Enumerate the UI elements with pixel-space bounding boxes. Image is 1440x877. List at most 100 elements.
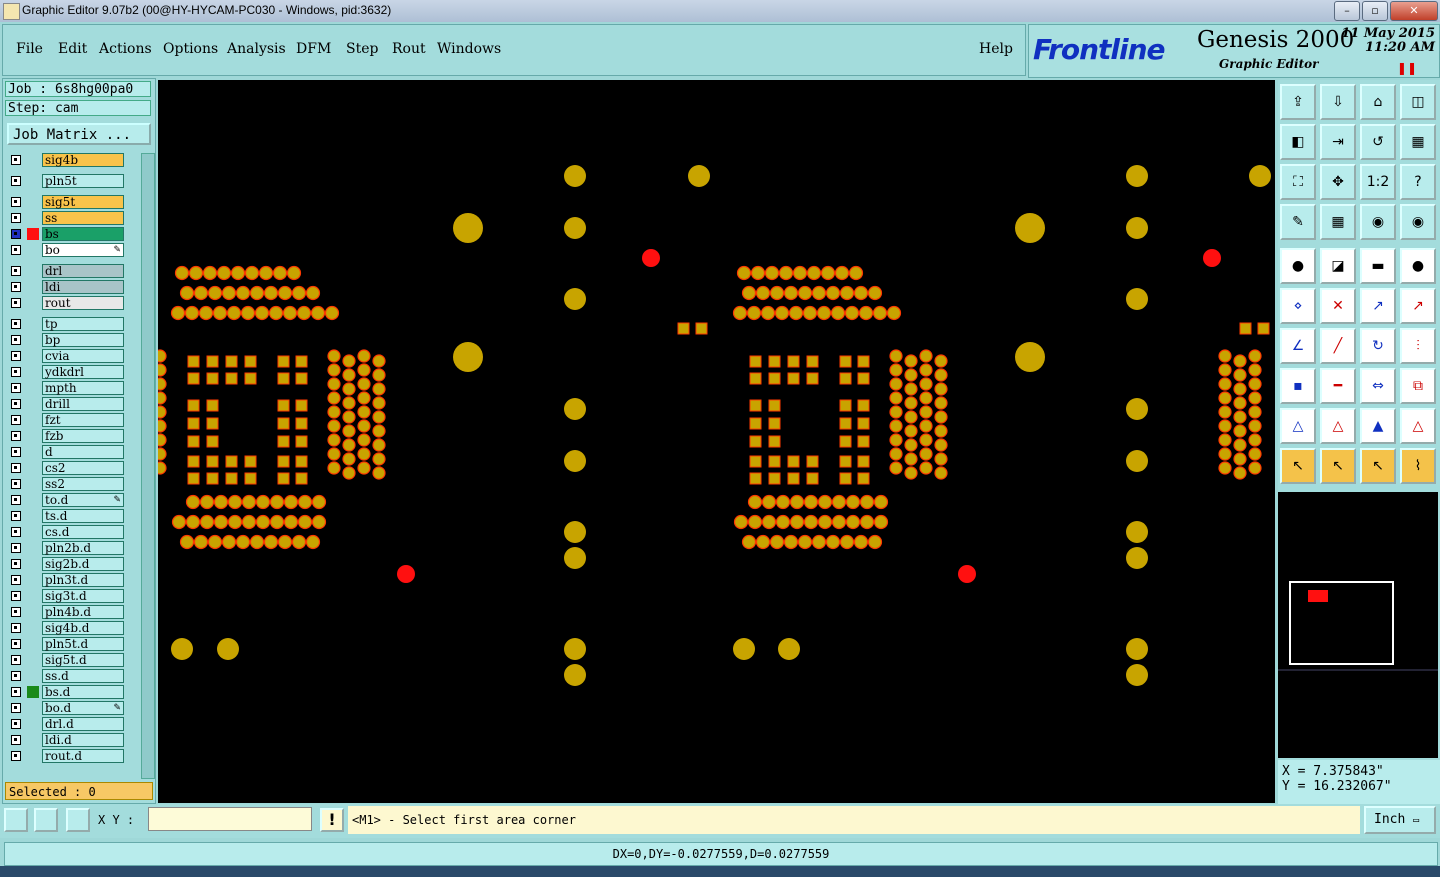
brush-icon[interactable]: ✎ xyxy=(1280,204,1316,240)
layer-checkbox[interactable] xyxy=(11,479,21,489)
resize-icon[interactable]: ⇔ xyxy=(1360,368,1396,404)
layer-row[interactable]: pln2b.d xyxy=(7,541,127,556)
layer-row[interactable]: ts.d xyxy=(7,509,127,524)
layer-checkbox[interactable] xyxy=(11,671,21,681)
graphic-canvas[interactable] xyxy=(158,80,1275,803)
layer-row[interactable]: bs xyxy=(7,227,127,242)
layer-checkbox[interactable] xyxy=(11,415,21,425)
layer-row[interactable]: ss.d xyxy=(7,669,127,684)
zoom-area-icon[interactable] xyxy=(4,808,28,832)
layer-checkbox[interactable] xyxy=(11,213,21,223)
layer-red2-icon[interactable]: ◉ xyxy=(1400,204,1436,240)
maximize-button[interactable]: ▫ xyxy=(1362,1,1388,21)
rotate-icon[interactable]: ↻ xyxy=(1360,328,1396,364)
xy-input[interactable] xyxy=(148,807,312,831)
slash-icon[interactable]: ╱ xyxy=(1320,328,1356,364)
layer-row[interactable]: ss2 xyxy=(7,477,127,492)
layer-checkbox[interactable] xyxy=(11,655,21,665)
layer-checkbox[interactable] xyxy=(11,399,21,409)
layer-checkbox[interactable] xyxy=(11,176,21,186)
layer-checkbox[interactable] xyxy=(11,703,21,713)
layer-row[interactable]: bo.d ✎ xyxy=(7,701,127,716)
grid-snap-icon[interactable]: ▦ xyxy=(1400,124,1436,160)
layer-row[interactable]: drl.d xyxy=(7,717,127,732)
drawing-icon[interactable]: ◪ xyxy=(1320,248,1356,284)
copy-icon[interactable]: ⧉ xyxy=(1400,368,1436,404)
triangle2-icon[interactable]: △ xyxy=(1320,408,1356,444)
layer-checkbox[interactable] xyxy=(11,591,21,601)
layer-checkbox[interactable] xyxy=(11,719,21,729)
menu-help[interactable]: Help xyxy=(979,41,1013,57)
alert-icon[interactable]: ! xyxy=(320,808,344,832)
layer-row[interactable]: ydkdrl xyxy=(7,365,127,380)
layer-row[interactable]: drl xyxy=(7,264,127,279)
triangle4-icon[interactable]: △ xyxy=(1400,408,1436,444)
layer-scrollbar[interactable] xyxy=(141,153,155,779)
layer-checkbox[interactable] xyxy=(11,527,21,537)
layer-row[interactable]: sig4b.d xyxy=(7,621,127,636)
zoom-prev-icon[interactable]: ◧ xyxy=(1280,124,1316,160)
menu-rout[interactable]: Rout xyxy=(392,41,426,57)
units-select[interactable]: Inch ▭ xyxy=(1364,806,1436,834)
x-select-icon[interactable]: ✕ xyxy=(1320,288,1356,324)
pointer-icon[interactable]: ↖ xyxy=(1280,448,1316,484)
layer-checkbox[interactable] xyxy=(11,383,21,393)
connect-icon[interactable]: ⋄ xyxy=(1280,288,1316,324)
minimize-button[interactable]: – xyxy=(1334,1,1360,21)
pointer-circle-icon[interactable]: ↖ xyxy=(1360,448,1396,484)
layer-checkbox[interactable] xyxy=(11,266,21,276)
layer-row[interactable]: sig5t.d xyxy=(7,653,127,668)
layer-row[interactable]: pln4b.d xyxy=(7,605,127,620)
menu-windows[interactable]: Windows xyxy=(437,41,501,57)
layer-row[interactable]: cvia xyxy=(7,349,127,364)
close-button[interactable]: ✕ xyxy=(1390,1,1438,21)
menu-file[interactable]: File xyxy=(16,41,43,57)
zoom-fit-icon[interactable]: ⛶ xyxy=(1280,164,1316,200)
layer-row[interactable]: rout.d xyxy=(7,749,127,764)
layer-row[interactable]: bs.d xyxy=(7,685,127,700)
ratio-icon[interactable]: 1:2 xyxy=(1360,164,1396,200)
layer-checkbox[interactable] xyxy=(11,575,21,585)
ruler-icon[interactable]: ▬ xyxy=(1360,248,1396,284)
layer-checkbox[interactable] xyxy=(11,735,21,745)
layer-checkbox[interactable] xyxy=(11,155,21,165)
layer-row[interactable]: cs2 xyxy=(7,461,127,476)
layer-checkbox[interactable] xyxy=(11,229,21,239)
layer-checkbox[interactable] xyxy=(11,495,21,505)
layer-checkbox[interactable] xyxy=(11,351,21,361)
menu-edit[interactable]: Edit xyxy=(58,41,87,57)
menu-analysis[interactable]: Analysis xyxy=(227,41,286,57)
save-icon[interactable]: ⇩ xyxy=(1320,84,1356,120)
layer-checkbox[interactable] xyxy=(11,751,21,761)
layer-row[interactable]: sig2b.d xyxy=(7,557,127,572)
menu-actions[interactable]: Actions xyxy=(99,41,152,57)
grid-icon[interactable]: ▦ xyxy=(1320,204,1356,240)
home-icon[interactable]: ⌂ xyxy=(1360,84,1396,120)
pointer-box-icon[interactable]: ↖ xyxy=(1320,448,1356,484)
layer-row[interactable]: fzb xyxy=(7,429,127,444)
menu-options[interactable]: Options xyxy=(163,41,218,57)
layer-checkbox[interactable] xyxy=(11,367,21,377)
layer-row[interactable]: sig3t.d xyxy=(7,589,127,604)
ff-icon[interactable]: ⫶ xyxy=(1400,328,1436,364)
layer-checkbox[interactable] xyxy=(11,607,21,617)
job-matrix-button[interactable]: Job Matrix ... xyxy=(7,123,151,145)
layer-row[interactable]: mpth xyxy=(7,381,127,396)
menu-dfm[interactable]: DFM xyxy=(296,41,331,57)
layer-checkbox[interactable] xyxy=(11,463,21,473)
layer-row[interactable]: drill xyxy=(7,397,127,412)
help-icon[interactable]: ? xyxy=(1400,164,1436,200)
layer-checkbox[interactable] xyxy=(11,687,21,697)
layer-checkbox[interactable] xyxy=(11,319,21,329)
snap-icon[interactable] xyxy=(66,808,90,832)
open-icon[interactable]: ⇪ xyxy=(1280,84,1316,120)
layer-checkbox[interactable] xyxy=(11,282,21,292)
layer-row[interactable]: sig5t xyxy=(7,195,127,210)
layer-row[interactable]: d xyxy=(7,445,127,460)
zoom-next-icon[interactable]: ⇥ xyxy=(1320,124,1356,160)
layer-checkbox[interactable] xyxy=(11,559,21,569)
layer-checkbox[interactable] xyxy=(11,298,21,308)
triangle3-icon[interactable]: ▲ xyxy=(1360,408,1396,444)
layer-row[interactable]: cs.d xyxy=(7,525,127,540)
overview-map[interactable] xyxy=(1278,492,1438,758)
